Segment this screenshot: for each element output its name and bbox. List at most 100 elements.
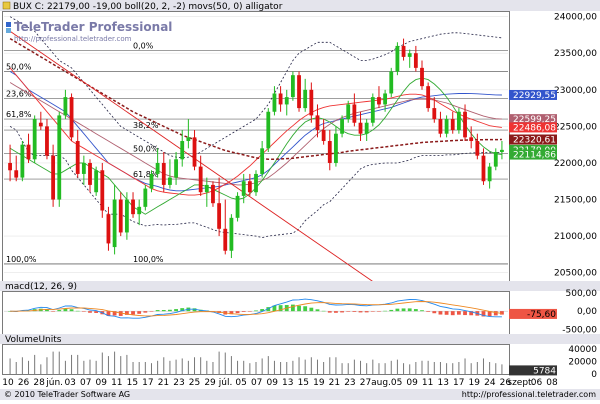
candle-body: [106, 214, 111, 244]
macd-histogram-bar: [456, 311, 461, 315]
candle-body: [370, 97, 375, 123]
macd-histogram-bar: [174, 309, 178, 312]
candle-body: [69, 97, 74, 138]
candle-body: [63, 97, 68, 116]
x-tick-label: 13: [437, 378, 448, 388]
candle-body: [57, 115, 62, 200]
x-tick-label: júl.: [218, 378, 233, 388]
x-tick-label: 11: [111, 378, 122, 388]
candle-body: [272, 93, 277, 112]
price-panel-title: BUX C: 22179,00 -19,00 boll(20, 2, -2) m…: [13, 2, 283, 12]
candle-body: [149, 173, 154, 189]
fib-level-label: 50,0%: [6, 63, 32, 72]
candle-body: [51, 155, 56, 200]
y-tick-label: 23500,00: [554, 49, 597, 59]
y-tick-label: 23000,00: [554, 86, 597, 96]
volume-panel: VolumeUnits 40000 20000 0 5784: [0, 334, 600, 380]
macd-histogram-bar: [334, 311, 338, 313]
x-tick-label: 09: [96, 378, 108, 388]
fib-level-label: 61,8%: [133, 170, 159, 179]
candle-body: [8, 162, 12, 171]
x-tick-label: 23: [344, 378, 355, 388]
x-tick-label: 28: [33, 378, 45, 388]
candle-body: [88, 162, 92, 185]
macd-histogram-bar: [346, 311, 351, 312]
macd-histogram-bar: [155, 310, 160, 312]
candle-body: [340, 119, 344, 134]
price-tag-label: 22114,86: [513, 151, 556, 161]
macd-histogram-bar: [395, 308, 400, 312]
x-tick-label: 03: [64, 378, 75, 388]
candle-body: [407, 53, 412, 57]
candle-body: [32, 119, 37, 160]
macd-histogram-bar: [450, 311, 455, 316]
candle-body: [94, 170, 99, 193]
candle-body: [118, 199, 123, 233]
candle-body: [327, 141, 332, 163]
candle-body: [223, 228, 228, 251]
candle-body: [493, 151, 498, 167]
candle-body: [192, 137, 197, 167]
x-tick-label: 19: [313, 378, 325, 388]
candle-body: [395, 45, 400, 72]
logo-text: TeleTrader Professional: [14, 20, 172, 34]
macd-histogram-bar: [143, 311, 148, 313]
candle-body: [241, 181, 246, 196]
macd-histogram-bar: [463, 311, 467, 316]
candle-body: [137, 206, 142, 215]
x-tick-label: 25: [189, 378, 200, 388]
candle-body: [469, 137, 474, 142]
candle-body: [309, 89, 314, 116]
macd-histogram-bar: [235, 311, 240, 314]
candle-body: [124, 199, 129, 233]
volume-y-axis: 40000 20000 0 5784: [509, 345, 597, 380]
fib-level-label: 100,0%: [133, 255, 164, 264]
fib-level-label: 23,6%: [6, 90, 32, 99]
x-tick-label: 26: [18, 378, 30, 388]
macd-histogram-bar: [131, 311, 135, 315]
macd-histogram-bar: [161, 310, 166, 312]
x-tick-label: 19: [469, 378, 481, 388]
candle-body: [204, 184, 209, 193]
candle-body: [260, 148, 265, 174]
candle-body: [45, 126, 49, 156]
price-tag-label: 22486,08: [513, 123, 556, 133]
x-tick-label: 13: [282, 378, 293, 388]
footer: © 2010 TeleTrader Software AG http://pro…: [0, 389, 600, 400]
candle-body: [211, 184, 215, 204]
candle-body: [168, 177, 172, 185]
candle-body: [438, 119, 443, 134]
y-tick-label: 21500,00: [554, 196, 597, 206]
y-tick-label: 20000: [568, 358, 597, 368]
macd-histogram-bar: [241, 311, 246, 312]
x-tick-label: 27: [360, 378, 371, 388]
candle-body: [352, 104, 357, 123]
logo-mark-icon: [6, 28, 11, 33]
fib-level-label: 61,8%: [6, 110, 32, 119]
macd-histogram-bar: [51, 311, 56, 312]
candle-body: [100, 170, 105, 211]
logo-mark-icon: [6, 22, 11, 27]
macd-histogram-bar: [493, 311, 498, 316]
candle-body: [174, 159, 178, 178]
macd-histogram-bar: [413, 309, 418, 312]
price-tags: 22929,5522599,2522486,0822320,6122179,00…: [509, 89, 557, 161]
x-tick-label: 06: [531, 378, 543, 388]
candle-body: [297, 75, 301, 109]
candle-body: [487, 166, 492, 182]
candle-body: [389, 71, 394, 94]
y-tick-label: 20500,00: [554, 269, 597, 279]
candle-body: [112, 199, 117, 248]
candle-body: [266, 111, 271, 149]
macd-histogram-bar: [254, 310, 258, 312]
macd-histogram-bar: [290, 304, 295, 312]
macd-histogram-bar: [247, 311, 252, 312]
panel-menu-icon[interactable]: [2, 1, 11, 10]
candle-body: [456, 111, 461, 131]
footer-url[interactable]: http://professional.teletrader.com: [462, 390, 596, 399]
x-tick-label: 21: [329, 378, 340, 388]
x-tick-label: 15: [298, 378, 309, 388]
macd-histogram-bar: [444, 311, 449, 315]
candle-body: [463, 111, 467, 138]
x-tick-label: 07: [80, 378, 91, 388]
